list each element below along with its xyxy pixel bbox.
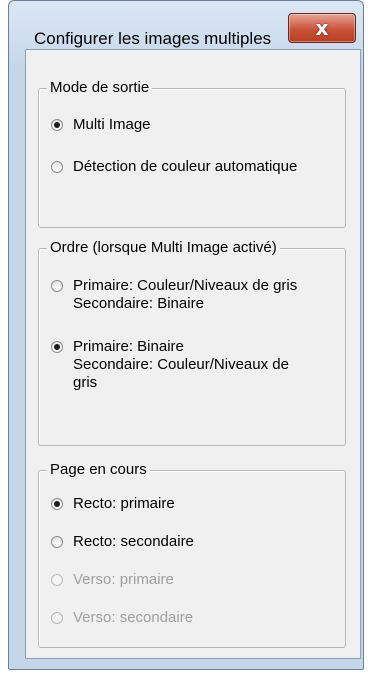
radio-button[interactable]	[51, 536, 63, 548]
close-button[interactable]: x	[288, 13, 356, 43]
radio-button-disabled	[51, 612, 63, 624]
radio-label-line: gris	[73, 374, 98, 391]
radio-primary-color-secondary-binary[interactable]: Primaire: Couleur/Niveaux de gris Second…	[51, 277, 297, 313]
current-page-group: Page en cours Recto: primaire Recto: sec…	[38, 461, 346, 648]
radio-label: Recto: primaire	[73, 495, 175, 512]
output-mode-legend: Mode de sortie	[47, 79, 153, 97]
current-page-legend: Page en cours	[47, 461, 150, 479]
dialog-window: Configurer les images multiples x Mode d…	[8, 0, 364, 670]
close-icon: x	[315, 16, 329, 40]
radio-verso-secondary: Verso: secondaire	[51, 609, 193, 627]
radio-button-checked[interactable]	[51, 341, 63, 353]
radio-label: Recto: secondaire	[73, 533, 194, 550]
radio-button-disabled	[51, 574, 63, 586]
radio-label: Verso: primaire	[73, 571, 174, 588]
radio-auto-color-detection[interactable]: Détection de couleur automatique	[51, 158, 297, 176]
radio-button[interactable]	[51, 280, 63, 292]
radio-verso-primary: Verso: primaire	[51, 571, 174, 589]
radio-label-line: Secondaire: Binaire	[73, 295, 204, 312]
radio-label-line: Secondaire: Couleur/Niveaux de	[73, 356, 289, 373]
radio-recto-secondary[interactable]: Recto: secondaire	[51, 533, 194, 551]
output-mode-group: Mode de sortie Multi Image Détection de …	[38, 79, 346, 228]
radio-primary-binary-secondary-color[interactable]: Primaire: Binaire Secondaire: Couleur/Ni…	[51, 338, 289, 392]
radio-button-checked[interactable]	[51, 498, 63, 510]
window-title: Configurer les images multiples	[34, 29, 272, 48]
radio-label-line: Primaire: Couleur/Niveaux de gris	[73, 277, 298, 294]
radio-label-line: Primaire: Binaire	[73, 338, 184, 355]
radio-multi-image[interactable]: Multi Image	[51, 116, 151, 134]
radio-button-checked[interactable]	[51, 119, 63, 131]
radio-recto-primary[interactable]: Recto: primaire	[51, 495, 175, 513]
radio-button[interactable]	[51, 161, 63, 173]
radio-label: Multi Image	[73, 116, 151, 133]
order-legend: Ordre (lorsque Multi Image activé)	[47, 239, 280, 257]
order-group: Ordre (lorsque Multi Image activé) Prima…	[38, 239, 346, 446]
radio-label: Primaire: Couleur/Niveaux de gris Second…	[73, 277, 297, 313]
radio-label: Primaire: Binaire Secondaire: Couleur/Ni…	[73, 338, 289, 392]
dialog-content: Mode de sortie Multi Image Détection de …	[25, 49, 361, 659]
radio-label: Verso: secondaire	[73, 609, 194, 626]
radio-label: Détection de couleur automatique	[73, 158, 298, 175]
